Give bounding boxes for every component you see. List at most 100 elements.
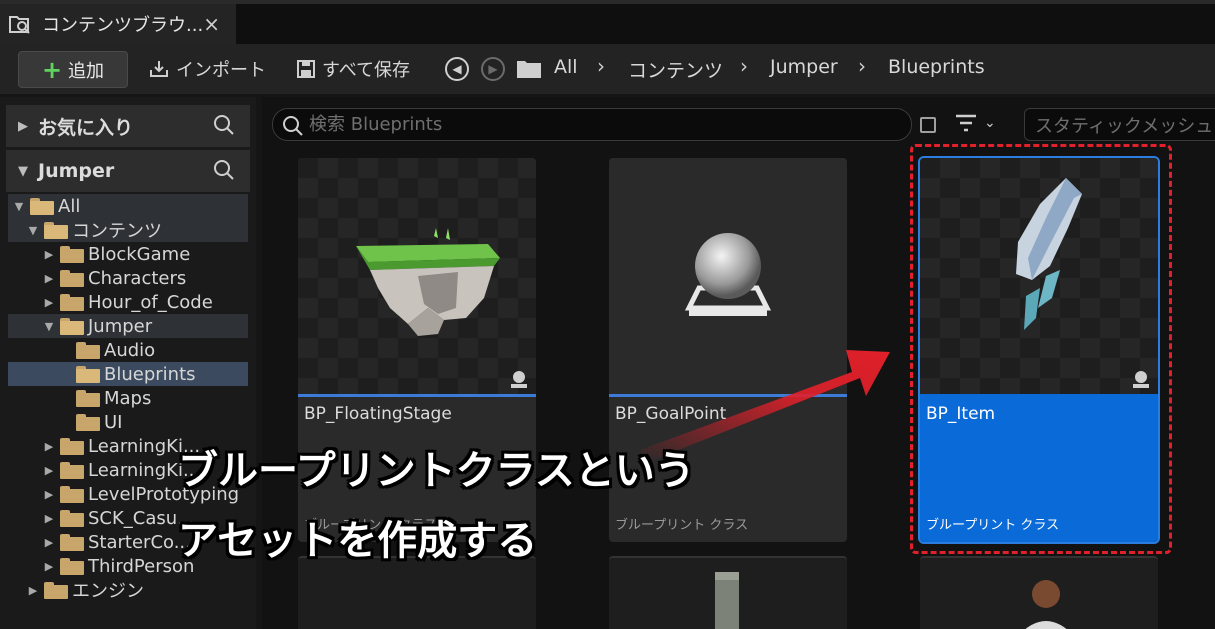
- folder-icon: [76, 389, 100, 407]
- folder-open-icon: [44, 221, 68, 239]
- chevron-right-icon: ›: [597, 54, 605, 78]
- toolbar: + 追加 インポート すべて保存 ◀ ▶ All › コンテンツ › Jumpe…: [0, 44, 1215, 94]
- save-all-button[interactable]: すべて保存: [296, 56, 410, 82]
- project-header[interactable]: ▼ Jumper: [6, 150, 250, 192]
- project-title: Jumper: [38, 160, 115, 182]
- import-icon: [150, 61, 168, 77]
- tree-item-characters[interactable]: ▶ Characters: [8, 266, 248, 290]
- caret-right-icon: ▶: [44, 295, 54, 309]
- tab-bar: コンテンツブラウ... ×: [0, 0, 1215, 44]
- tree-item-label: StarterCo...: [88, 531, 191, 553]
- caret-down-icon: ▼: [14, 199, 24, 213]
- asset-name: BP_GoalPoint: [615, 404, 727, 424]
- caret-right-icon: ▶: [44, 487, 54, 501]
- save-icon: [297, 60, 315, 78]
- tree-item-label: エンジン: [72, 581, 144, 602]
- folder-icon: [517, 61, 541, 78]
- filter-button[interactable]: ⌄: [954, 113, 996, 133]
- forward-button[interactable]: ▶: [481, 57, 505, 81]
- import-button[interactable]: インポート: [148, 56, 266, 82]
- asset-card-partial[interactable]: [609, 556, 847, 629]
- breadcrumb-jumper[interactable]: Jumper: [770, 56, 838, 78]
- caret-down-icon: ▼: [28, 223, 38, 237]
- folder-icon: [60, 461, 84, 479]
- folder-open-icon: [30, 197, 54, 215]
- asset-type: ブループリント クラス: [615, 518, 749, 533]
- caret-right-icon: ▶: [44, 535, 54, 549]
- caret-right-icon: ▶: [44, 247, 54, 261]
- folder-icon: [60, 509, 84, 527]
- annotation-line-2: アセットを作成する: [178, 518, 538, 564]
- favorites-header[interactable]: ▶ お気に入り: [6, 105, 250, 147]
- breadcrumb-all[interactable]: All: [554, 56, 578, 78]
- annotation-line-1: ブループリントクラスという: [178, 448, 695, 494]
- add-button[interactable]: + 追加: [18, 51, 128, 88]
- chevron-right-icon: ›: [858, 54, 866, 78]
- add-button-label: 追加: [68, 60, 105, 82]
- folder-icon: [60, 269, 84, 287]
- folder-open-icon: [60, 317, 84, 335]
- tree-item-label: Hour_of_Code: [88, 291, 213, 313]
- tree-item-ui[interactable]: UI: [8, 410, 248, 434]
- actor-badge-icon: [508, 368, 530, 390]
- filter-icon: [956, 114, 976, 132]
- tree-item-label: All: [58, 195, 81, 217]
- tab-title: コンテンツブラウ...: [42, 15, 204, 36]
- asset-name: BP_FloatingStage: [304, 404, 452, 424]
- folder-icon: [60, 437, 84, 455]
- tree-item-label: Jumper: [88, 315, 153, 337]
- highlight-box: [910, 144, 1172, 554]
- tree-item-blueprints[interactable]: Blueprints: [8, 362, 248, 386]
- tree-item-blockgame[interactable]: ▶ BlockGame: [8, 242, 248, 266]
- asset-type-bar: [609, 394, 847, 397]
- caret-right-icon: ▶: [28, 583, 38, 597]
- caret-right-icon: ▶: [44, 271, 54, 285]
- asset-card-partial[interactable]: [298, 556, 536, 629]
- character-thumbnail: [1025, 580, 1067, 629]
- tree-item-all[interactable]: ▼ All: [8, 194, 248, 218]
- tree-item-hour-of-code[interactable]: ▶ Hour_of_Code: [8, 290, 248, 314]
- asset-thumbnail: [298, 158, 536, 394]
- caret-down-icon: ▼: [18, 163, 28, 179]
- folder-icon: [44, 581, 68, 599]
- search-input[interactable]: [309, 114, 911, 135]
- tree-item-label: Blueprints: [104, 363, 196, 385]
- pillar-thumbnail: [715, 572, 739, 629]
- asset-thumbnail: [609, 158, 847, 394]
- breadcrumb-content[interactable]: コンテンツ: [628, 56, 723, 83]
- tree-item-label: BlockGame: [88, 243, 191, 265]
- chevron-down-icon: ⌄: [984, 115, 996, 131]
- tree-item-maps[interactable]: Maps: [8, 386, 248, 410]
- tree-item-audio[interactable]: Audio: [8, 338, 248, 362]
- favorites-title: お気に入り: [38, 116, 134, 139]
- tree-item-label: Characters: [88, 267, 187, 289]
- tree-item-label: UI: [104, 411, 123, 433]
- folder-icon: [76, 413, 100, 431]
- asset-type-bar: [298, 394, 536, 397]
- save-all-label: すべて保存: [322, 60, 411, 81]
- folder-icon: [60, 293, 84, 311]
- folder-icon: [60, 245, 84, 263]
- close-icon[interactable]: ×: [203, 12, 220, 36]
- folder-icon: [60, 485, 84, 503]
- arrow-left-icon: ◀: [452, 62, 462, 76]
- search-icon[interactable]: [212, 113, 236, 141]
- back-button[interactable]: ◀: [445, 57, 469, 81]
- arrow-right-icon: ▶: [488, 62, 498, 76]
- folder-icon: [60, 557, 84, 575]
- tree-item-label: コンテンツ: [72, 221, 162, 242]
- asset-card-partial[interactable]: [920, 556, 1158, 629]
- folder-icon: [76, 341, 100, 359]
- search-icon[interactable]: [212, 158, 236, 186]
- tree-item-engine[interactable]: ▶ エンジン: [8, 578, 248, 602]
- caret-down-icon: ▼: [44, 319, 54, 333]
- tree-item-jumper[interactable]: ▼ Jumper: [8, 314, 248, 338]
- tab-content-browser[interactable]: コンテンツブラウ... ×: [0, 4, 236, 44]
- filter-chip[interactable]: スタティックメッシュ: [1024, 108, 1215, 141]
- asset-search[interactable]: [272, 108, 912, 141]
- save-search-icon[interactable]: [920, 117, 936, 133]
- blueprint-sphere-icon: [684, 233, 772, 316]
- tree-item-content[interactable]: ▼ コンテンツ: [8, 218, 248, 242]
- tree-item-label: Audio: [104, 339, 156, 361]
- breadcrumb-blueprints[interactable]: Blueprints: [888, 56, 985, 78]
